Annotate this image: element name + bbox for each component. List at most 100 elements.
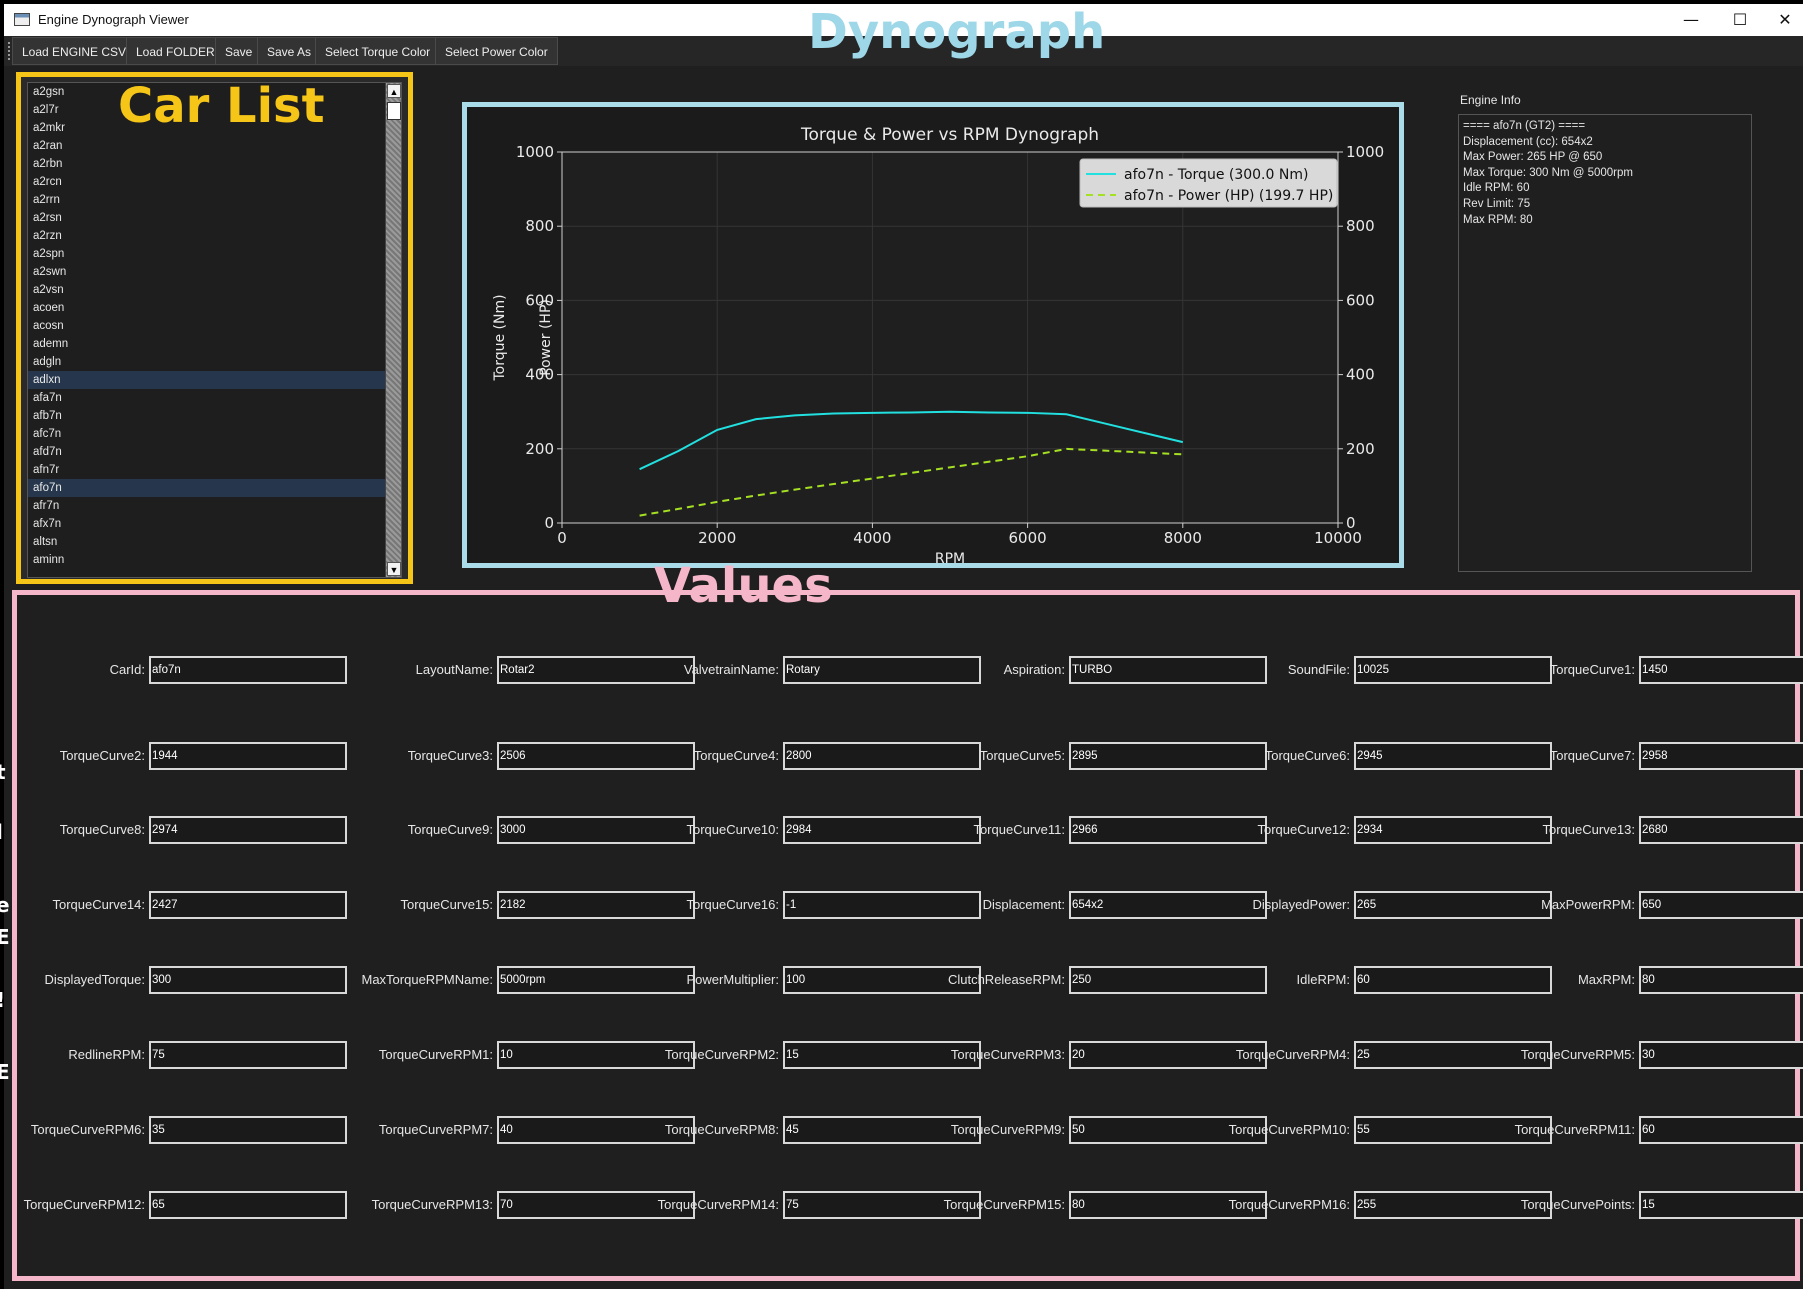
field-input[interactable]: 1944 [149, 742, 347, 770]
field-input[interactable]: 2974 [149, 816, 347, 844]
field-label: TorqueCurveRPM4: [1235, 1047, 1350, 1062]
field-input[interactable]: 60 [1639, 1116, 1803, 1144]
field-input[interactable]: 2934 [1354, 816, 1552, 844]
engine-info-label: Engine Info [1460, 93, 1521, 107]
select-torque-color-button[interactable]: Select Torque Color [315, 37, 441, 65]
field-label: Displacement: [982, 897, 1065, 912]
field-input[interactable]: 5000rpm [497, 966, 695, 994]
field-label: TorqueCurve1: [1549, 662, 1635, 677]
save-as-button[interactable]: Save As [257, 37, 322, 65]
field-input[interactable]: 2945 [1354, 742, 1552, 770]
car-list-item[interactable]: afc7n [28, 425, 401, 443]
maximize-button[interactable]: ☐ [1717, 4, 1763, 36]
car-list-item[interactable]: a2ran [28, 137, 401, 155]
car-list-item[interactable]: altsn [28, 533, 401, 551]
field-input[interactable]: 250 [1069, 966, 1267, 994]
y-right-tick-label: 0 [1346, 514, 1356, 532]
values-heading: Values [654, 558, 833, 614]
field-input[interactable]: 2800 [783, 742, 981, 770]
car-list-item[interactable]: a2rzn [28, 227, 401, 245]
field-label: MaxTorqueRPMName: [361, 972, 494, 987]
car-list[interactable]: a2gsn a2l7r a2mkr a2ran a2rbn a2rcn a2rrn a2rsn… [27, 82, 402, 578]
field-input[interactable]: 10025 [1354, 656, 1552, 684]
car-list-scrollbar[interactable]: ▲ ▼ [385, 83, 401, 577]
field-label: TorqueCurveRPM12: [23, 1197, 145, 1212]
field-label: TorqueCurveRPM10: [1228, 1122, 1350, 1137]
car-list-item[interactable]: acosn [28, 317, 401, 335]
y-right-tick-label: 400 [1346, 366, 1375, 384]
car-list-item[interactable]: a2swn [28, 263, 401, 281]
field-input[interactable]: 300 [149, 966, 347, 994]
field-input[interactable]: 65 [149, 1191, 347, 1219]
car-list-item[interactable]: a2rbn [28, 155, 401, 173]
close-button[interactable]: ✕ [1762, 4, 1803, 36]
y-tick-label: 1000 [516, 143, 554, 161]
field-input[interactable]: afo7n [149, 656, 347, 684]
minimize-button[interactable]: — [1668, 4, 1714, 36]
field-label: TorqueCurveRPM5: [1520, 1047, 1635, 1062]
car-list-item[interactable]: a2vsn [28, 281, 401, 299]
field-input[interactable]: 2680 [1639, 816, 1803, 844]
field-input[interactable]: -1 [783, 891, 981, 919]
field-label: SoundFile: [1287, 662, 1350, 677]
field-label: ValvetrainName: [683, 662, 779, 677]
car-list-item[interactable]: a2spn [28, 245, 401, 263]
scroll-down-icon[interactable]: ▼ [387, 562, 401, 576]
field-label: LayoutName: [415, 662, 493, 677]
car-list-item[interactable]: a2rsn [28, 209, 401, 227]
car-list-item[interactable]: a2rcn [28, 173, 401, 191]
field-input[interactable]: 2506 [497, 742, 695, 770]
field-input[interactable]: 265 [1354, 891, 1552, 919]
field-input[interactable]: 2984 [783, 816, 981, 844]
car-list-item[interactable]: a2rrn [28, 191, 401, 209]
field-label: RedlineRPM: [68, 1047, 145, 1062]
car-list-item[interactable]: aminn [28, 551, 401, 569]
car-list-item[interactable]: afb7n [28, 407, 401, 425]
field-input[interactable]: 1450 [1639, 656, 1803, 684]
field-input[interactable]: 2182 [497, 891, 695, 919]
load-engine-csv-button[interactable]: Load ENGINE CSV [12, 37, 137, 65]
field-label: TorqueCurveRPM14: [657, 1197, 779, 1212]
field-label: TorqueCurve7: [1549, 748, 1635, 763]
field-input[interactable]: TURBO [1069, 656, 1267, 684]
scroll-thumb[interactable] [387, 102, 401, 120]
clipped-text: l [0, 820, 3, 844]
engine-info-line: Max Torque: 300 Nm @ 5000rpm [1463, 166, 1633, 179]
field-input[interactable]: 3000 [497, 816, 695, 844]
field-label: TorqueCurveRPM11: [1514, 1122, 1635, 1137]
car-list-item[interactable]: afn7r [28, 461, 401, 479]
field-input[interactable]: Rotar2 [497, 656, 695, 684]
car-list-item[interactable]: afr7n [28, 497, 401, 515]
car-list-item[interactable]: afd7n [28, 443, 401, 461]
field-input[interactable]: 60 [1354, 966, 1552, 994]
window-title: Engine Dynograph Viewer [38, 12, 189, 27]
field-input[interactable]: 2427 [149, 891, 347, 919]
engine-info-box: ==== afo7n (GT2) ==== Displacement (cc): … [1458, 114, 1752, 572]
field-input[interactable]: 80 [1639, 966, 1803, 994]
load-folder-button[interactable]: Load FOLDER [126, 37, 225, 65]
toolbar-grip-icon[interactable] [8, 42, 11, 60]
field-input[interactable]: Rotary [783, 656, 981, 684]
field-input[interactable]: 35 [149, 1116, 347, 1144]
field-input[interactable]: 2895 [1069, 742, 1267, 770]
field-input[interactable]: 75 [149, 1041, 347, 1069]
scroll-up-icon[interactable]: ▲ [387, 84, 401, 98]
car-list-item[interactable]: adlxn [28, 371, 401, 389]
field-input[interactable]: 30 [1639, 1041, 1803, 1069]
select-power-color-button[interactable]: Select Power Color [435, 37, 558, 65]
field-input[interactable]: 654x2 [1069, 891, 1267, 919]
field-input[interactable]: 15 [1639, 1191, 1803, 1219]
car-list-item[interactable]: afx7n [28, 515, 401, 533]
values-panel [12, 590, 1800, 1281]
car-list-item[interactable]: ademn [28, 335, 401, 353]
field-input[interactable]: 2958 [1639, 742, 1803, 770]
field-input[interactable]: 650 [1639, 891, 1803, 919]
car-list-item[interactable]: afo7n [28, 479, 401, 497]
car-list-item[interactable]: afa7n [28, 389, 401, 407]
car-list-item[interactable]: adgln [28, 353, 401, 371]
field-input[interactable]: 2966 [1069, 816, 1267, 844]
car-list-item[interactable]: acoen [28, 299, 401, 317]
dynograph-panel: 0 2000 4000 6000 8000 10000 0 0 200 200 400 400 600 6… [462, 102, 1404, 568]
clipped-text: t [0, 760, 6, 784]
save-button[interactable]: Save [215, 37, 263, 65]
